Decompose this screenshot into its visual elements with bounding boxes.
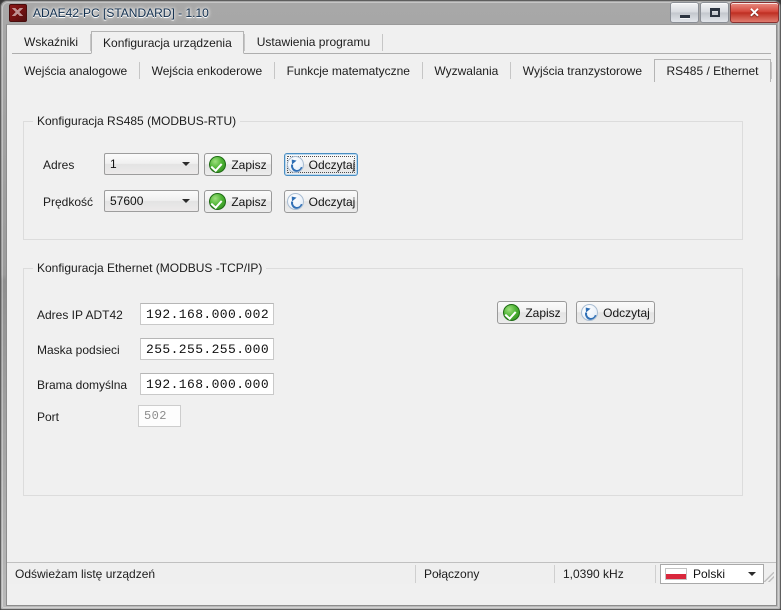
button-zapisz-adres[interactable]: Zapisz: [204, 153, 272, 176]
button-odczytaj-ethernet[interactable]: Odczytaj: [576, 301, 655, 324]
label-predkosc: Prędkość: [43, 195, 94, 209]
tab-wskazniki[interactable]: Wskaźniki: [12, 31, 90, 53]
tab-divider: [382, 34, 384, 51]
status-bar: Odświeżam listę urządzeń Połączony 1,039…: [7, 562, 776, 584]
chevron-down-icon: [182, 162, 190, 166]
input-adres-ip[interactable]: 192.168.000.002: [140, 303, 274, 325]
status-divider: [655, 564, 656, 583]
input-maska-podsieci[interactable]: 255.255.255.000: [140, 338, 274, 360]
check-circle-icon: [209, 156, 227, 173]
secondary-tabstrip: Wejścia analogowe Wejścia enkoderowe Fun…: [12, 57, 771, 83]
button-zapisz-adres-label: Zapisz: [231, 157, 267, 172]
button-zapisz-predkosc-label: Zapisz: [231, 194, 267, 209]
tab-funkcje-matematyczne[interactable]: Funkcje matematyczne: [275, 59, 422, 82]
language-selector-value: Polski: [693, 567, 726, 581]
label-maska-podsieci: Maska podsieci: [37, 343, 120, 357]
check-circle-icon: [503, 304, 521, 321]
input-port[interactable]: 502: [138, 405, 181, 427]
flag-poland-icon: [665, 568, 687, 580]
button-zapisz-ethernet-label: Zapisz: [525, 305, 561, 320]
client-area: Wskaźniki Konfiguracja urządzenia Ustawi…: [6, 24, 777, 606]
combo-predkosc[interactable]: 57600: [104, 190, 199, 212]
combo-predkosc-value: 57600: [110, 194, 144, 208]
refresh-icon: [581, 304, 599, 321]
resize-grip[interactable]: [764, 572, 774, 582]
input-brama-domyslna[interactable]: 192.168.000.000: [140, 373, 274, 395]
primary-tabstrip: Wskaźniki Konfiguracja urządzenia Ustawi…: [12, 30, 771, 54]
tab-wejscia-enkoderowe[interactable]: Wejścia enkoderowe: [140, 59, 275, 82]
window-controls: ✕: [669, 2, 779, 23]
button-odczytaj-predkosc-label: Odczytaj: [308, 194, 356, 209]
button-odczytaj-adres-label: Odczytaj: [308, 157, 356, 172]
button-odczytaj-predkosc[interactable]: Odczytaj: [284, 190, 358, 213]
close-button[interactable]: ✕: [730, 2, 779, 23]
close-icon: ✕: [749, 5, 760, 20]
tab-wyjscia-tranzystorowe[interactable]: Wyjścia tranzystorowe: [511, 59, 654, 82]
app-icon: [9, 3, 27, 22]
tab-wejscia-analogowe[interactable]: Wejścia analogowe: [12, 59, 139, 82]
title-bar[interactable]: ADAE42-PC [STANDARD] - 1.10 ✕: [1, 1, 781, 24]
refresh-icon: [286, 156, 304, 173]
application-window: ADAE42-PC [STANDARD] - 1.10 ✕ Wskaźniki …: [0, 0, 781, 610]
maximize-icon: [709, 8, 720, 17]
label-adres-ip: Adres IP ADT42: [37, 308, 123, 322]
status-connection: Połączony: [424, 566, 480, 581]
button-zapisz-ethernet[interactable]: Zapisz: [497, 301, 567, 324]
button-zapisz-predkosc[interactable]: Zapisz: [204, 190, 272, 213]
language-selector[interactable]: Polski: [660, 564, 764, 584]
combo-adres[interactable]: 1: [104, 153, 199, 175]
status-frequency: 1,0390 kHz: [563, 566, 624, 581]
minimize-button[interactable]: [670, 2, 699, 23]
minimize-icon: [679, 14, 690, 18]
label-adres: Adres: [43, 158, 75, 172]
chevron-down-icon: [182, 199, 190, 203]
group-rs485-title: Konfiguracja RS485 (MODBUS-RTU): [33, 114, 241, 128]
tab-ustawienia-programu[interactable]: Ustawienia programu: [245, 31, 382, 53]
status-message: Odświeżam listę urządzeń: [15, 566, 156, 581]
tab-page-rs485-ethernet: Konfiguracja RS485 (MODBUS-RTU) Adres 1 …: [7, 82, 776, 584]
button-odczytaj-adres[interactable]: Odczytaj: [284, 153, 358, 176]
combo-adres-value: 1: [110, 157, 117, 171]
chevron-down-icon: [748, 572, 756, 576]
tab-wyzwalania[interactable]: Wyzwalania: [422, 59, 510, 82]
group-ethernet-title: Konfiguracja Ethernet (MODBUS -TCP/IP): [33, 261, 267, 275]
window-title: ADAE42-PC [STANDARD] - 1.10: [33, 5, 209, 20]
refresh-icon: [286, 193, 304, 210]
label-brama-domyslna: Brama domyślna: [37, 378, 128, 392]
button-odczytaj-ethernet-label: Odczytaj: [603, 305, 650, 320]
group-rs485-configuration: Konfiguracja RS485 (MODBUS-RTU): [23, 114, 743, 240]
tab-konfiguracja-urzadzenia[interactable]: Konfiguracja urządzenia: [91, 31, 244, 54]
check-circle-icon: [209, 193, 227, 210]
maximize-button[interactable]: [700, 2, 729, 23]
tab-rs485-ethernet[interactable]: RS485 / Ethernet: [654, 59, 771, 83]
label-port: Port: [37, 410, 60, 424]
